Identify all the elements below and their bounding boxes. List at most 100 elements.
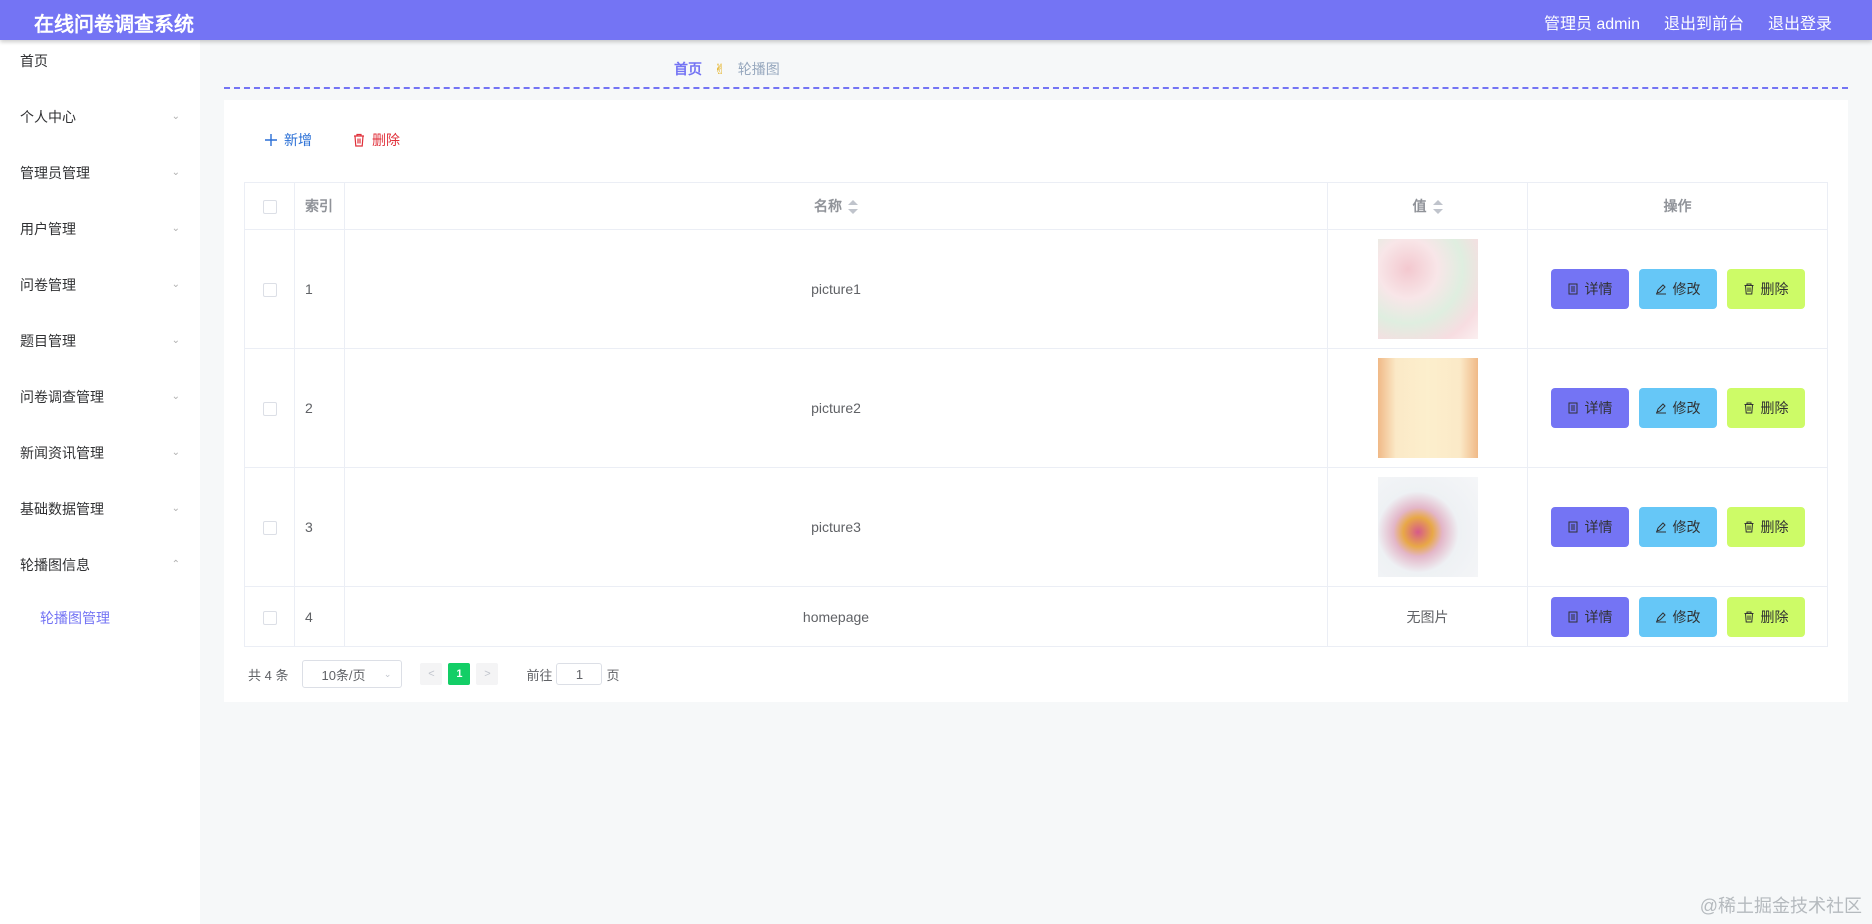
pencil-icon [1655, 522, 1666, 533]
row-name: picture2 [344, 348, 1328, 468]
sidebar-item-surveys[interactable]: 问卷调查管理 ⌄ [0, 369, 200, 425]
sidebar-item-label: 新闻资讯管理 [20, 445, 104, 461]
row-actions: 详情 修改 删除 [1527, 348, 1828, 468]
goto-suffix: 页 [606, 667, 620, 683]
carousel-thumbnail[interactable] [1377, 239, 1478, 339]
content-panel: 新增 删除 索引 名称 值 操作 1 picture1 详情 修改 删除 2 p… [224, 100, 1848, 702]
header-name[interactable]: 名称 [344, 182, 1328, 230]
row-select-cell [244, 348, 295, 468]
row-value: 无图片 [1327, 586, 1528, 647]
page-number-button[interactable]: 1 [448, 663, 471, 685]
next-page-button[interactable]: > [476, 663, 499, 685]
chevron-down-icon: ⌄ [171, 447, 180, 458]
delete-button[interactable]: 删除 [1726, 596, 1805, 637]
prev-page-button[interactable]: < [420, 663, 443, 685]
exit-to-frontend-link[interactable]: 退出到前台 [1664, 10, 1744, 34]
pencil-icon [1655, 284, 1666, 295]
document-icon [1568, 611, 1577, 622]
edit-button-label: 修改 [1672, 519, 1701, 535]
sidebar-item-label: 个人中心 [20, 109, 76, 125]
row-name: homepage [344, 586, 1328, 647]
sidebar-item-profile[interactable]: 个人中心 ⌄ [0, 89, 200, 145]
add-button[interactable]: 新增 [264, 130, 312, 150]
table-row: 2 picture2 详情 修改 删除 [244, 348, 1828, 468]
sidebar: 首页 个人中心 ⌄ 管理员管理 ⌄ 用户管理 ⌄ 问卷管理 ⌄ 题目管理 ⌄ 问… [0, 40, 200, 924]
edit-button[interactable]: 修改 [1638, 269, 1717, 309]
delete-button[interactable]: 删除 [1726, 269, 1805, 309]
row-checkbox[interactable] [262, 283, 277, 298]
document-icon [1568, 283, 1577, 295]
edit-button-label: 修改 [1672, 400, 1701, 416]
delete-button[interactable]: 删除 [1726, 507, 1805, 547]
row-name: picture3 [344, 467, 1328, 587]
pagination: 共 4 条 10条/页 ⌄ < 1 > 前往 页 [248, 660, 620, 688]
sidebar-item-users[interactable]: 用户管理 ⌄ [0, 201, 200, 257]
add-button-label: 新增 [284, 132, 312, 148]
plus-icon [265, 134, 277, 146]
carousel-thumbnail[interactable] [1377, 477, 1478, 577]
goto-prefix: 前往 [526, 667, 553, 683]
trash-icon [1744, 521, 1753, 533]
row-value [1327, 348, 1528, 468]
sidebar-item-carousel[interactable]: 轮播图信息 ⌃ [0, 537, 200, 593]
detail-button[interactable]: 详情 [1550, 596, 1629, 637]
sidebar-item-questions[interactable]: 题目管理 ⌄ [0, 313, 200, 369]
edit-button[interactable]: 修改 [1638, 388, 1717, 428]
sidebar-item-basic-data[interactable]: 基础数据管理 ⌄ [0, 481, 200, 537]
goto-page-input[interactable] [556, 663, 603, 685]
detail-button[interactable]: 详情 [1550, 269, 1629, 309]
delete-button[interactable]: 删除 [1726, 388, 1805, 428]
row-checkbox[interactable] [262, 402, 277, 417]
sidebar-item-admins[interactable]: 管理员管理 ⌄ [0, 145, 200, 201]
sidebar-item-label: 轮播图信息 [20, 557, 90, 573]
table-row: 4 homepage 无图片 详情 修改 删除 [244, 586, 1828, 647]
delete-button-label: 删除 [1760, 608, 1789, 625]
pagination-total: 共 4 条 [248, 667, 289, 683]
carousel-thumbnail[interactable] [1377, 358, 1478, 458]
breadcrumb-current: 轮播图 [737, 61, 780, 77]
sidebar-item-news[interactable]: 新闻资讯管理 ⌄ [0, 425, 200, 481]
header-value[interactable]: 值 [1327, 182, 1528, 230]
trash-icon [1744, 283, 1753, 295]
row-value [1327, 467, 1528, 587]
row-actions: 详情 修改 删除 [1527, 229, 1828, 349]
delete-button-label: 删除 [1760, 281, 1789, 297]
detail-button[interactable]: 详情 [1550, 507, 1629, 547]
watermark: @稀土掘金技术社区 [1699, 896, 1862, 916]
delete-button-label: 删除 [1760, 519, 1789, 535]
document-icon [1568, 402, 1577, 414]
toolbar: 新增 删除 [264, 130, 400, 150]
select-all-checkbox[interactable] [262, 200, 277, 215]
page-size-select[interactable]: 10条/页 ⌄ [302, 660, 403, 688]
chevron-down-icon: ⌄ [171, 223, 180, 234]
logout-link[interactable]: 退出登录 [1768, 10, 1832, 34]
row-index: 4 [294, 586, 345, 647]
detail-button[interactable]: 详情 [1550, 388, 1629, 428]
sort-icon[interactable] [1432, 200, 1443, 215]
breadcrumb-home-link[interactable]: 首页 [674, 59, 702, 79]
row-checkbox[interactable] [262, 610, 277, 625]
row-checkbox[interactable] [262, 521, 277, 536]
sidebar-item-label: 管理员管理 [20, 165, 90, 181]
row-select-cell [244, 229, 295, 349]
victory-hand-icon: ✌ [714, 60, 726, 77]
breadcrumb: 首页 ✌ 轮播图 [224, 40, 1848, 89]
select-all-cell [244, 182, 295, 230]
header-name-label: 名称 [814, 198, 842, 214]
bulk-delete-button[interactable]: 删除 [352, 130, 400, 150]
table-row: 1 picture1 详情 修改 删除 [244, 229, 1828, 349]
sidebar-item-label: 基础数据管理 [20, 501, 104, 517]
table-header-row: 索引 名称 值 操作 [244, 182, 1828, 230]
pager: < 1 > [420, 663, 499, 685]
sort-icon[interactable] [848, 200, 858, 215]
edit-button[interactable]: 修改 [1638, 596, 1717, 637]
sidebar-item-label: 问卷调查管理 [20, 389, 104, 405]
page-jumper: 前往 页 [526, 663, 620, 685]
sidebar-subitem-carousel-manage[interactable]: 轮播图管理 [0, 593, 200, 643]
detail-button-label: 详情 [1584, 400, 1613, 416]
row-index: 2 [294, 348, 345, 468]
chevron-down-icon: ⌄ [171, 279, 180, 290]
sidebar-item-home[interactable]: 首页 [0, 33, 200, 89]
sidebar-item-questionnaires[interactable]: 问卷管理 ⌄ [0, 257, 200, 313]
edit-button[interactable]: 修改 [1638, 507, 1717, 547]
